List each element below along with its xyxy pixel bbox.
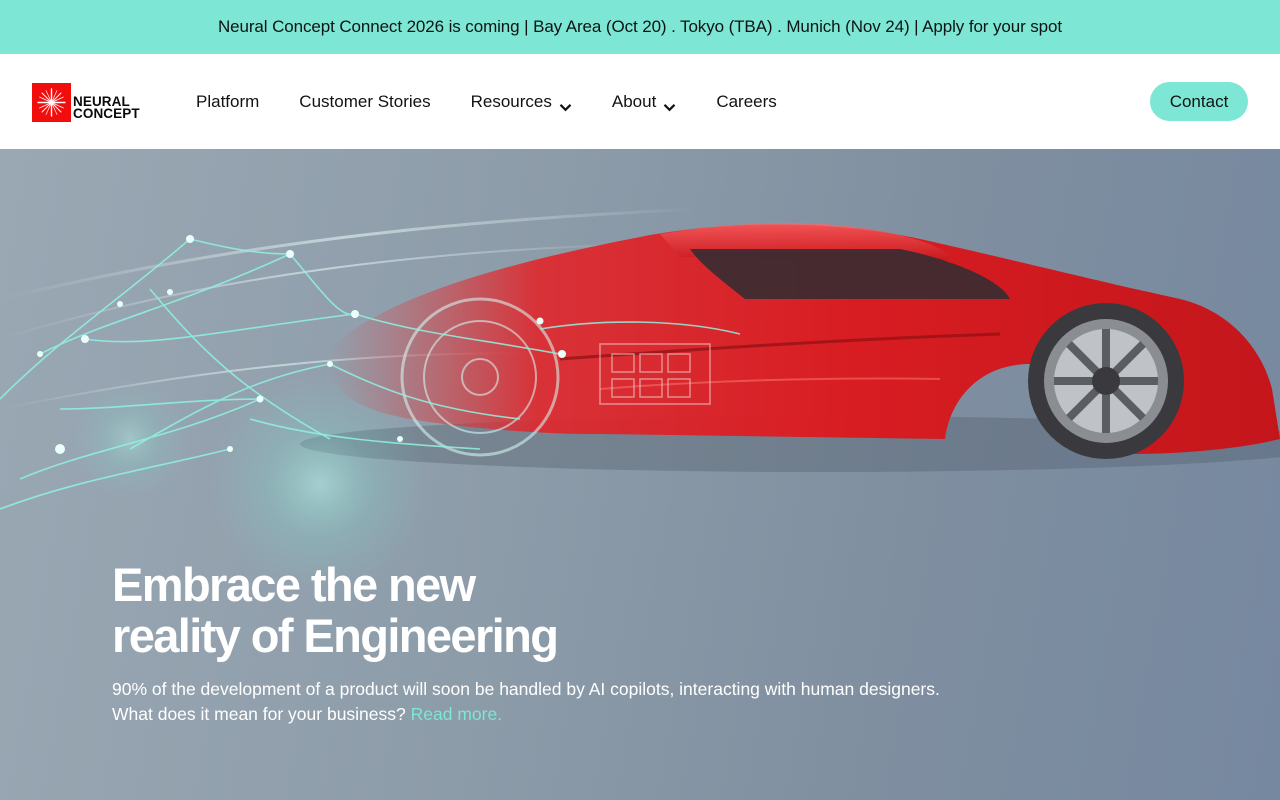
hero-title-line-1: Embrace the new — [112, 558, 476, 611]
nav-careers[interactable]: Careers — [716, 92, 776, 112]
starburst-icon — [32, 82, 71, 122]
hero: Embrace the new reality of Engineering 9… — [0, 149, 1280, 800]
hero-title-line-2: reality of Engineering — [112, 609, 559, 662]
hero-title: Embrace the new reality of Engineering — [112, 559, 712, 661]
nav-platform[interactable]: Platform — [196, 92, 259, 112]
logo-line-2: CONCEPT — [73, 106, 140, 121]
announcement-bar[interactable]: Neural Concept Connect 2026 is coming | … — [0, 0, 1280, 54]
navbar: NEURAL CONCEPT Platform Customer Stories… — [0, 54, 1280, 149]
logo-wordmark: NEURAL CONCEPT — [73, 95, 140, 121]
main-nav: Platform Customer Stories Resources Abou… — [196, 54, 817, 149]
nav-label: About — [611, 91, 657, 111]
hero-subtitle-line-2: What does it mean for your business? Rea… — [112, 702, 1012, 727]
hero-subtitle: 90% of the development of a product will… — [112, 677, 1012, 727]
nav-label: Customer Stories — [299, 91, 431, 111]
read-more-link[interactable]: Read more. — [411, 704, 502, 724]
chevron-down-icon — [559, 97, 572, 112]
nav-label: Resources — [470, 91, 552, 111]
logo[interactable]: NEURAL CONCEPT — [32, 82, 140, 122]
contact-button[interactable]: Contact — [1150, 82, 1248, 121]
chevron-down-icon — [663, 97, 676, 112]
nav-resources[interactable]: Resources — [471, 92, 572, 112]
nav-customer-stories[interactable]: Customer Stories — [299, 92, 430, 112]
nav-about[interactable]: About — [612, 92, 676, 112]
hero-subtitle-question: What does it mean for your business? — [112, 704, 406, 724]
nav-label: Platform — [196, 91, 260, 111]
nav-label: Careers — [716, 91, 777, 111]
hero-subtitle-line-1: 90% of the development of a product will… — [112, 679, 940, 699]
announcement-link[interactable]: Neural Concept Connect 2026 is coming | … — [218, 17, 1062, 37]
